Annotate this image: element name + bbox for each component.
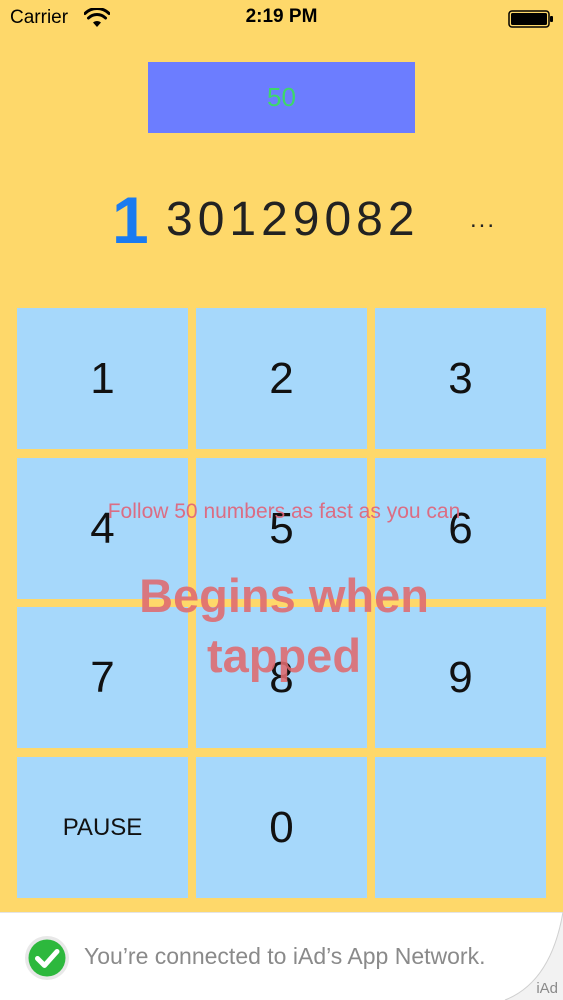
sequence-ellipsis: ...: [470, 206, 497, 233]
key-5[interactable]: 5: [196, 458, 367, 599]
key-4[interactable]: 4: [17, 458, 188, 599]
iad-label: iAd: [536, 980, 558, 997]
key-8[interactable]: 8: [196, 607, 367, 748]
number-sequence: 1 30129082 ...: [0, 180, 563, 260]
battery-icon: [508, 10, 553, 28]
pause-button[interactable]: PAUSE: [17, 757, 188, 898]
status-bar: Carrier 2:19 PM: [0, 0, 563, 36]
key-1[interactable]: 1: [17, 308, 188, 449]
key-9[interactable]: 9: [375, 607, 546, 748]
status-time: 2:19 PM: [245, 6, 318, 27]
current-number: 1: [112, 183, 149, 257]
remaining-count-box: 50: [148, 62, 415, 133]
key-0[interactable]: 0: [196, 757, 367, 898]
app-screen: Carrier 2:19 PM 50 1 30129082 ... 1 2 3 …: [0, 0, 563, 1000]
keypad: 1 2 3 4 5 6 7 8 9 PAUSE 0: [17, 308, 546, 898]
blank-key[interactable]: [375, 757, 546, 898]
key-6[interactable]: 6: [375, 458, 546, 599]
remaining-count: 50: [267, 82, 296, 112]
upcoming-numbers: 30129082: [166, 193, 420, 246]
ad-message: You’re connected to iAd’s App Network.: [84, 943, 486, 969]
check-circle-icon: [25, 936, 69, 980]
key-2[interactable]: 2: [196, 308, 367, 449]
key-3[interactable]: 3: [375, 308, 546, 449]
ad-banner[interactable]: You’re connected to iAd’s App Network. i…: [0, 912, 563, 1000]
key-7[interactable]: 7: [17, 607, 188, 748]
